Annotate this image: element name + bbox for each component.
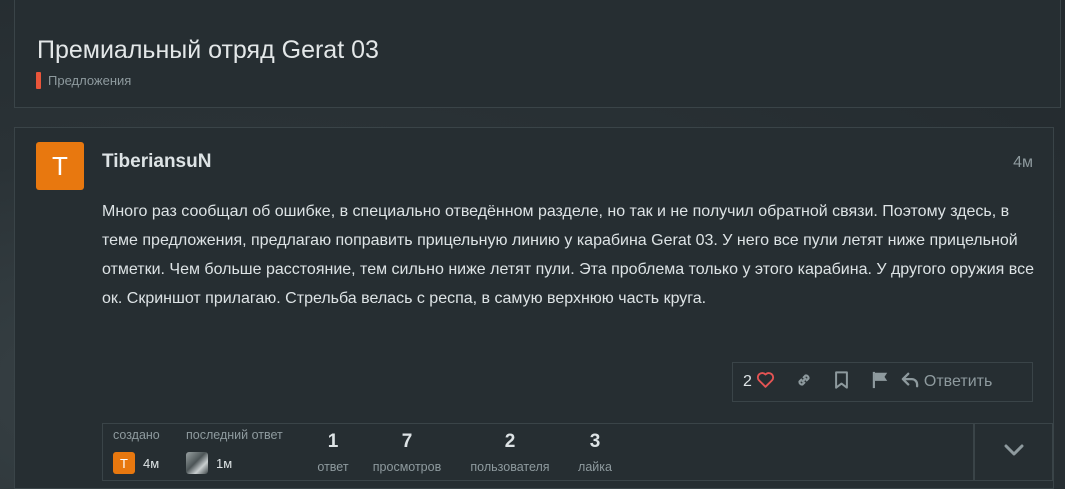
stat-replies: 1 ответ — [313, 431, 353, 474]
flag-icon — [871, 371, 889, 394]
topic-title[interactable]: Премиальный отряд Gerat 03 — [37, 36, 379, 65]
last-reply-info[interactable]: последний ответ 1м — [186, 428, 283, 474]
created-avatar[interactable]: T — [113, 452, 135, 474]
created-info[interactable]: создано T 4м — [113, 428, 160, 474]
stat-likes: 3 лайка — [571, 431, 619, 474]
stat-views-label: просмотров — [372, 460, 442, 474]
created-time: 4м — [143, 455, 160, 471]
topic-map: создано T 4м последний ответ 1м 1 ответ … — [102, 423, 974, 481]
stat-replies-label: ответ — [317, 460, 349, 474]
share-link-button[interactable] — [785, 363, 823, 401]
post: T TiberiansuN 4м Много раз сообщал об ош… — [14, 127, 1054, 489]
category-badge[interactable]: Предложения — [36, 72, 131, 89]
stat-views: 7 просмотров — [367, 431, 447, 474]
bookmark-icon — [834, 370, 849, 394]
reply-label: Ответить — [923, 373, 993, 390]
flag-button[interactable] — [861, 363, 899, 401]
stat-users-number: 2 — [504, 431, 516, 452]
category-label: Предложения — [48, 73, 132, 88]
post-body: Много раз сообщал об ошибке, в специальн… — [102, 203, 1034, 307]
created-label: создано — [113, 428, 160, 442]
last-reply-avatar[interactable] — [186, 452, 208, 474]
expand-topic-map-button[interactable] — [974, 423, 1053, 481]
category-color-swatch — [36, 72, 41, 89]
heart-icon[interactable] — [756, 371, 775, 393]
chevron-down-icon — [1003, 443, 1025, 462]
topic-header: Премиальный отряд Gerat 03 Предложения — [14, 0, 1061, 108]
stat-views-number: 7 — [401, 431, 413, 452]
stat-replies-number: 1 — [327, 431, 339, 452]
like-count[interactable]: 2 — [743, 373, 752, 391]
avatar[interactable]: T — [36, 142, 84, 190]
username[interactable]: TiberiansuN — [102, 151, 211, 173]
reply-icon — [901, 372, 919, 393]
stat-users-label: пользователя — [470, 460, 550, 474]
reply-button[interactable]: Ответить — [901, 372, 992, 393]
last-reply-time: 1м — [216, 455, 233, 471]
bookmark-button[interactable] — [823, 363, 861, 401]
stat-users: 2 пользователя — [462, 431, 558, 474]
like-button[interactable]: 2 — [743, 371, 775, 393]
stat-likes-number: 3 — [589, 431, 601, 452]
link-icon — [795, 371, 813, 394]
post-actions: 2 Ответить — [732, 362, 1033, 402]
post-date[interactable]: 4м — [1013, 154, 1033, 172]
stat-likes-label: лайка — [578, 460, 612, 474]
last-reply-label: последний ответ — [186, 428, 283, 442]
